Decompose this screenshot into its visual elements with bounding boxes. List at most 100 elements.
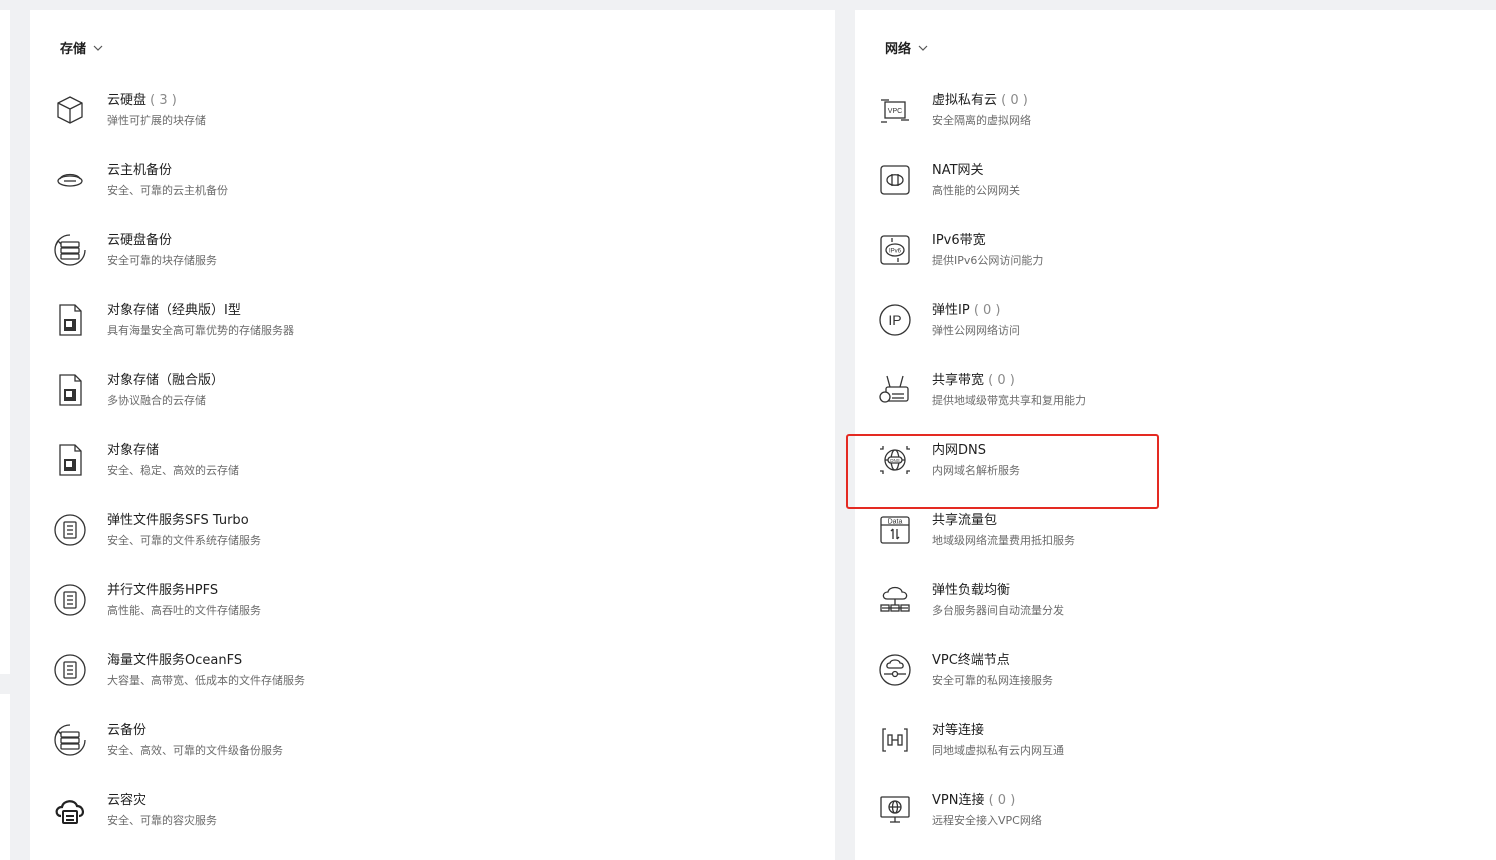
svg-text:DNS: DNS bbox=[890, 458, 900, 463]
storage-item-title: 对象存储 bbox=[107, 442, 239, 460]
network-item-description: 同地域虚拟私有云内网互通 bbox=[932, 743, 1064, 757]
storage-item-0[interactable]: 云硬盘 ( 3 ) 弹性可扩展的块存储 bbox=[52, 85, 452, 135]
network-item-title: VPN连接 ( 0 ) bbox=[932, 792, 1042, 810]
chevron-down-icon bbox=[917, 42, 929, 54]
network-item-title: 对等连接 bbox=[932, 722, 1064, 740]
item-title-label: 虚拟私有云 bbox=[932, 92, 998, 108]
network-item-title: 虚拟私有云 ( 0 ) bbox=[932, 92, 1031, 110]
vpc-icon: VPC bbox=[877, 92, 913, 128]
item-count: ( 0 ) bbox=[984, 372, 1015, 388]
item-count: ( 0 ) bbox=[984, 792, 1016, 808]
file-service-icon bbox=[52, 582, 88, 618]
storage-item-title: 并行文件服务HPFS bbox=[107, 582, 261, 600]
network-item-title: 内网DNS bbox=[932, 442, 1020, 460]
storage-item-4[interactable]: 对象存储（融合版） 多协议融合的云存储 bbox=[52, 365, 452, 415]
storage-item-text: 对象存储安全、稳定、高效的云存储 bbox=[107, 442, 239, 479]
network-item-7[interactable]: 弹性负载均衡多台服务器间自动流量分发 bbox=[877, 575, 1277, 625]
peering-icon bbox=[877, 722, 913, 758]
nat-gateway-icon bbox=[877, 162, 913, 198]
network-item-text: IPv6带宽提供IPv6公网访问能力 bbox=[932, 232, 1043, 269]
network-item-text: VPN连接 ( 0 ) 远程安全接入VPC网络 bbox=[932, 792, 1042, 829]
item-title-label: 云硬盘备份 bbox=[107, 232, 173, 248]
storage-section-header[interactable]: 存储 bbox=[60, 38, 104, 57]
item-title-label: 弹性IP bbox=[932, 302, 970, 318]
network-item-9[interactable]: 对等连接同地域虚拟私有云内网互通 bbox=[877, 715, 1277, 765]
endpoint-icon bbox=[877, 652, 913, 688]
storage-item-title: 云硬盘备份 bbox=[107, 232, 217, 250]
network-item-description: 弹性公网网络访问 bbox=[932, 323, 1020, 337]
network-item-text: VPC终端节点 安全可靠的私网连接服务 bbox=[932, 652, 1053, 689]
svg-text:Data: Data bbox=[888, 519, 903, 526]
network-panel: 网络 VPC 虚拟私有云 ( 0 ) 安全隔离的虚拟网络 NAT网关高性能的公网网关 I… bbox=[855, 10, 1496, 860]
storage-item-title: 云主机备份 bbox=[107, 162, 228, 180]
item-title-label: 弹性文件服务SFS Turbo bbox=[107, 512, 249, 528]
network-item-description: 多台服务器间自动流量分发 bbox=[932, 603, 1064, 617]
storage-item-text: 并行文件服务HPFS 高性能、高吞吐的文件存储服务 bbox=[107, 582, 261, 619]
file-service-icon bbox=[52, 512, 88, 548]
network-item-8[interactable]: VPC终端节点 安全可靠的私网连接服务 bbox=[877, 645, 1277, 695]
network-item-6[interactable]: Data 共享流量包 地域级网络流量费用抵扣服务 bbox=[877, 505, 1277, 555]
storage-item-6[interactable]: 弹性文件服务SFS Turbo 安全、可靠的文件系统存储服务 bbox=[52, 505, 452, 555]
network-item-text: 对等连接同地域虚拟私有云内网互通 bbox=[932, 722, 1064, 759]
item-title-label: 对象存储 bbox=[107, 442, 160, 458]
network-item-text: 共享流量包 地域级网络流量费用抵扣服务 bbox=[932, 512, 1075, 549]
svg-text:IP: IP bbox=[888, 312, 901, 328]
cube-icon bbox=[52, 92, 88, 128]
storage-item-7[interactable]: 并行文件服务HPFS 高性能、高吞吐的文件存储服务 bbox=[52, 575, 452, 625]
network-item-5[interactable]: DNS 内网DNS 内网域名解析服务 bbox=[877, 435, 1277, 485]
server-backup-icon bbox=[52, 722, 88, 758]
network-item-0[interactable]: VPC 虚拟私有云 ( 0 ) 安全隔离的虚拟网络 bbox=[877, 85, 1277, 135]
storage-item-8[interactable]: 海量文件服务OceanFS 大容量、高带宽、低成本的文件存储服务 bbox=[52, 645, 452, 695]
network-item-description: 提供IPv6公网访问能力 bbox=[932, 253, 1044, 267]
network-item-text: 弹性IP ( 0 ) 弹性公网网络访问 bbox=[932, 302, 1020, 339]
item-title-label: 内网DNS bbox=[932, 442, 986, 458]
storage-item-text: 对象存储（融合版） 多协议融合的云存储 bbox=[107, 372, 224, 409]
storage-item-description: 安全、可靠的容灾服务 bbox=[107, 813, 217, 827]
disk-backup-icon bbox=[52, 162, 88, 198]
network-item-1[interactable]: NAT网关高性能的公网网关 bbox=[877, 155, 1277, 205]
storage-item-title: 云备份 bbox=[107, 722, 283, 740]
storage-item-title: 海量文件服务OceanFS bbox=[107, 652, 305, 670]
storage-item-description: 大容量、高带宽、低成本的文件存储服务 bbox=[107, 673, 305, 687]
storage-item-10[interactable]: 云容灾 安全、可靠的容灾服务 bbox=[52, 785, 452, 835]
cloud-disaster-recovery-icon bbox=[52, 792, 88, 828]
network-item-description: 安全隔离的虚拟网络 bbox=[932, 113, 1031, 127]
storage-item-5[interactable]: 对象存储安全、稳定、高效的云存储 bbox=[52, 435, 452, 485]
network-item-description: 高性能的公网网关 bbox=[932, 183, 1020, 197]
storage-item-title: 对象存储（经典版）Ⅰ型 bbox=[107, 302, 294, 320]
network-item-4[interactable]: 共享带宽 ( 0 ) 提供地域级带宽共享和复用能力 bbox=[877, 365, 1277, 415]
storage-item-text: 云容灾 安全、可靠的容灾服务 bbox=[107, 792, 217, 829]
storage-item-text: 云硬盘备份 安全可靠的块存储服务 bbox=[107, 232, 217, 269]
network-header-label: 网络 bbox=[885, 42, 912, 57]
item-title-label: 对等连接 bbox=[932, 722, 985, 738]
left-panel-edge bbox=[0, 10, 10, 860]
network-item-title: 弹性IP ( 0 ) bbox=[932, 302, 1020, 320]
object-storage-icon bbox=[52, 372, 88, 408]
network-section-header[interactable]: 网络 bbox=[885, 38, 929, 57]
storage-item-text: 云备份安全、高效、可靠的文件级备份服务 bbox=[107, 722, 283, 759]
object-storage-icon bbox=[52, 442, 88, 478]
storage-item-3[interactable]: 对象存储（经典版）Ⅰ型具有海量安全高可靠优势的存储服务器 bbox=[52, 295, 452, 345]
storage-item-1[interactable]: 云主机备份 安全、可靠的云主机备份 bbox=[52, 155, 452, 205]
router-icon bbox=[877, 372, 913, 408]
network-item-text: 弹性负载均衡多台服务器间自动流量分发 bbox=[932, 582, 1064, 619]
object-storage-icon bbox=[52, 302, 88, 338]
network-item-10[interactable]: VPN连接 ( 0 ) 远程安全接入VPC网络 bbox=[877, 785, 1277, 835]
item-title-label: IPv6带宽 bbox=[932, 232, 986, 248]
item-count: ( 0 ) bbox=[969, 302, 1001, 318]
storage-item-description: 多协议融合的云存储 bbox=[107, 393, 206, 407]
storage-item-description: 安全、高效、可靠的文件级备份服务 bbox=[107, 743, 283, 757]
storage-item-2[interactable]: 云硬盘备份 安全可靠的块存储服务 bbox=[52, 225, 452, 275]
network-item-title: 弹性负载均衡 bbox=[932, 582, 1064, 600]
item-title-label: 共享流量包 bbox=[932, 512, 998, 528]
storage-item-description: 具有海量安全高可靠优势的存储服务器 bbox=[107, 323, 294, 337]
storage-item-description: 安全、稳定、高效的云存储 bbox=[107, 463, 239, 477]
storage-item-text: 弹性文件服务SFS Turbo 安全、可靠的文件系统存储服务 bbox=[107, 512, 261, 549]
storage-item-9[interactable]: 云备份安全、高效、可靠的文件级备份服务 bbox=[52, 715, 452, 765]
network-item-title: NAT网关 bbox=[932, 162, 1020, 180]
item-title-label: 对象存储（经典版）Ⅰ型 bbox=[107, 302, 241, 318]
dns-globe-icon: DNS bbox=[877, 442, 913, 478]
item-title-label: 并行文件服务HPFS bbox=[107, 582, 219, 598]
network-item-2[interactable]: IPv6 IPv6带宽 提供IPv6公网访问能力 bbox=[877, 225, 1277, 275]
network-item-3[interactable]: IP 弹性IP ( 0 ) 弹性公网网络访问 bbox=[877, 295, 1277, 345]
